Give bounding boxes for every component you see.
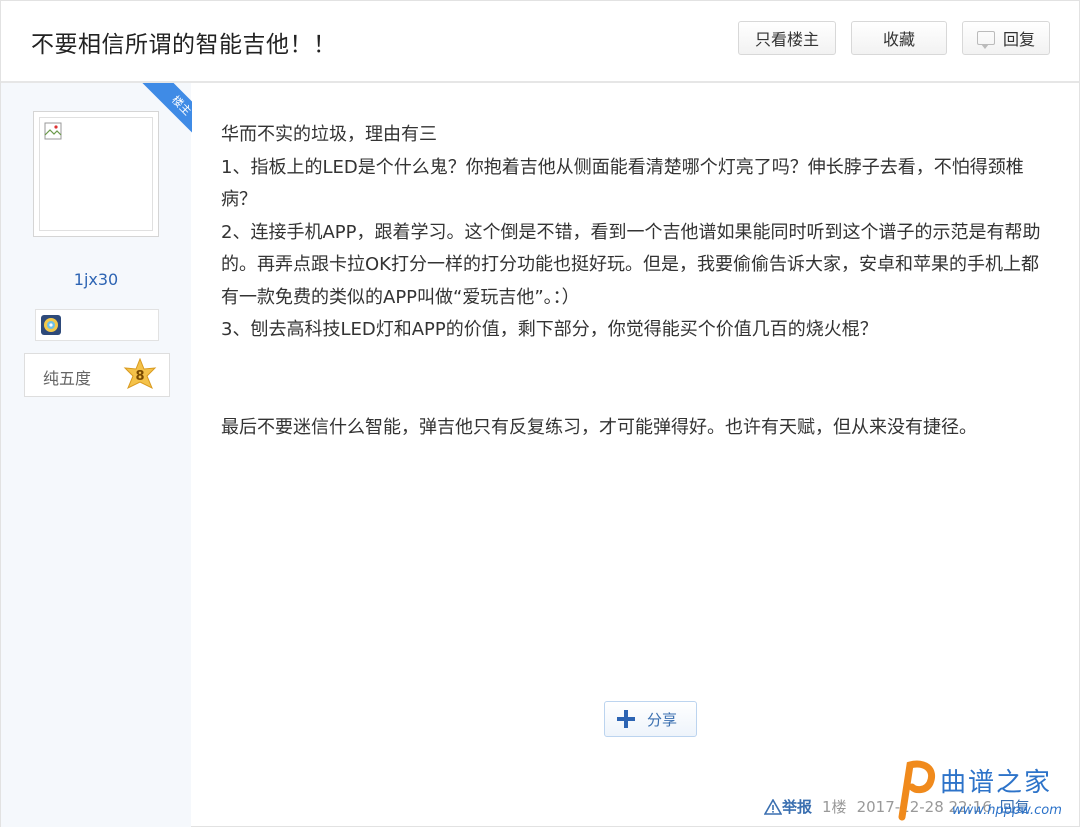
avatar-frame [39,117,153,231]
post-paragraph: 1、指板上的LED是个什么鬼？你抱着吉他从侧面能看清楚哪个灯亮了吗？伸长脖子去看… [221,156,1024,211]
author-sidebar: 楼主 1jx30 纯五度 8 [1,83,192,827]
only-owner-button[interactable]: 只看楼主 [738,21,836,55]
post-header: 不要相信所谓的智能吉他！！ 只看楼主 收藏 回复 [1,1,1079,83]
share-label: 分享 [647,710,678,729]
post-title: 不要相信所谓的智能吉他！！ [31,32,337,58]
post-paragraph: 华而不实的垃圾，理由有三 [221,124,437,145]
share-button[interactable]: 分享 [604,701,697,737]
medal-icon [41,315,61,335]
warning-icon [764,798,782,815]
report-link[interactable]: 举报 [764,796,812,817]
post-content: 华而不实的垃圾，理由有三 1、指板上的LED是个什么鬼？你抱着吉他从侧面能看清楚… [221,119,1051,444]
report-label: 举报 [782,798,813,816]
speech-bubble-icon [976,31,995,49]
plus-icon [617,710,635,728]
favorite-button[interactable]: 收藏 [851,21,947,55]
level-number: 8 [135,369,144,384]
site-watermark: 曲谱之家 www.hpppw.com [894,757,1079,827]
post-closing: 最后不要迷信什么智能，弹吉他只有反复练习，才可能弹得好。也许有天赋，但从来没有捷… [221,416,977,438]
post-paragraph: 2、连接手机APP，跟着学习。这个倒是不错，看到一个吉他谱如果能同时听到这个谱子… [221,221,1041,308]
medal-box [35,309,159,341]
reply-button-label: 回复 [1002,30,1035,49]
watermark-text: 曲谱之家 [940,768,1053,798]
watermark-url: www.hpppw.com [952,803,1062,818]
post-page: 不要相信所谓的智能吉他！！ 只看楼主 收藏 回复 楼主 1jx30 纯五度 8 … [0,0,1080,827]
broken-image-icon [44,122,62,140]
watermark-logo-icon [898,760,935,821]
avatar[interactable] [33,111,159,237]
level-name: 纯五度 [43,369,92,388]
level-star-icon: 8 [123,358,157,390]
reply-button[interactable]: 回复 [962,21,1050,55]
post-paragraph: 3、刨去高科技LED灯和APP的价值，剩下部分，你觉得能买个价值几百的烧火棍？ [221,319,878,340]
level-box: 纯五度 8 [24,353,170,397]
author-username[interactable]: 1jx30 [1,270,191,289]
floor-number: 1楼 [822,798,847,816]
